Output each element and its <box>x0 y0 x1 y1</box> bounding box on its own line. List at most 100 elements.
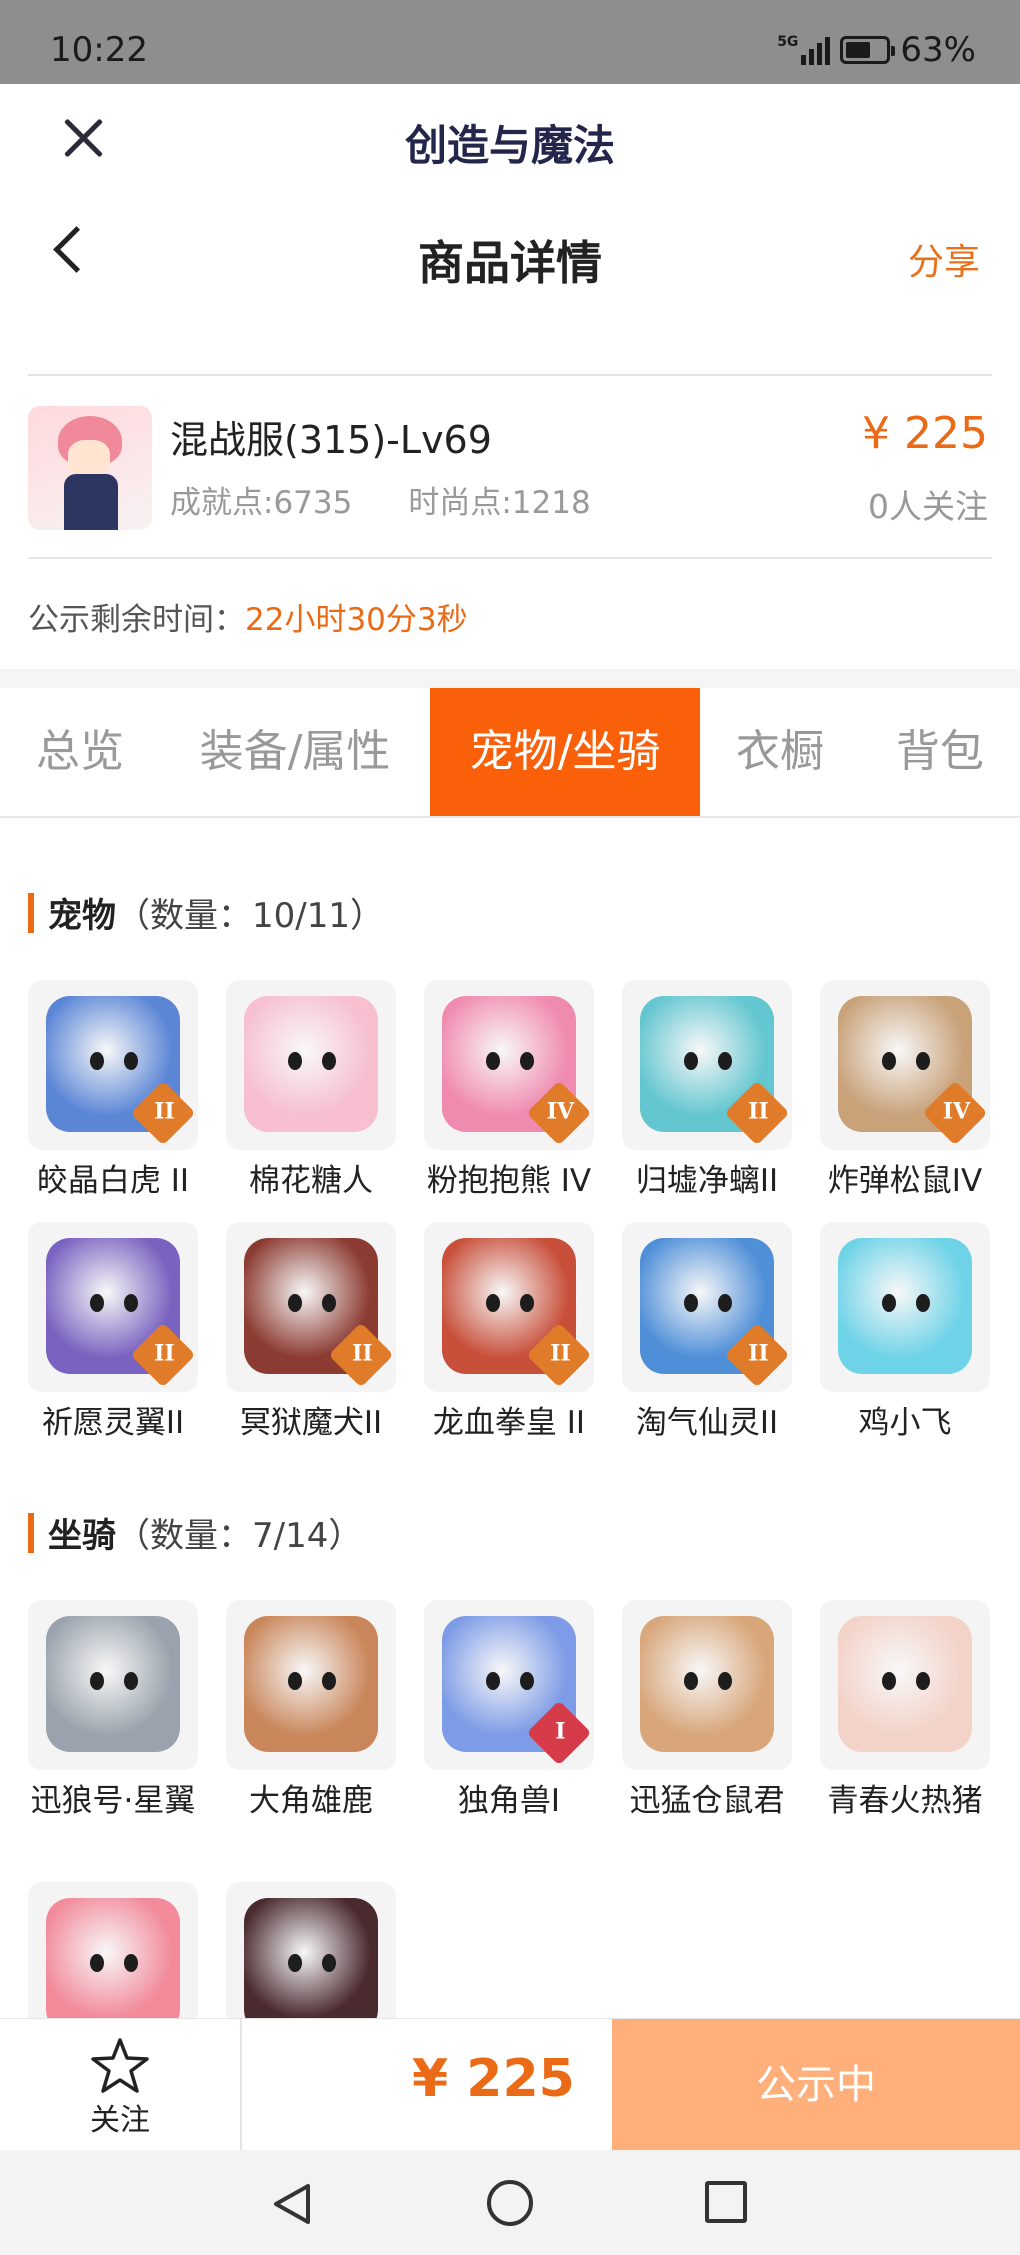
mount-art <box>838 1616 972 1752</box>
character-avatar <box>28 406 152 530</box>
signal-icon: 5G <box>777 34 831 65</box>
system-recents-icon[interactable] <box>705 2181 747 2223</box>
mount-item[interactable]: 迅狼号·星翼 <box>28 1600 198 1822</box>
mount-thumbnail: I <box>424 1600 594 1770</box>
mount-item[interactable] <box>226 1882 396 2018</box>
bottom-price: ¥ 225 <box>412 2049 575 2109</box>
tab-overview[interactable]: 总览 <box>0 688 160 816</box>
mount-name: 青春火热猪 <box>827 1783 983 1819</box>
page-title: 商品详情 <box>418 236 602 290</box>
pet-name: 祈愿灵翼II <box>41 1405 185 1441</box>
mount-thumbnail <box>820 1600 990 1770</box>
mount-art <box>640 1616 774 1752</box>
tab-backpack[interactable]: 背包 <box>860 688 1020 816</box>
previous-row-right: ▬▬ <box>935 314 992 319</box>
publicity-timer: 公示剩余时间：22小时30分3秒 <box>28 594 468 639</box>
scrolled-previous-row: ▬▬▬▬ ▬▬ <box>28 314 992 344</box>
pet-item[interactable]: IV 粉抱抱熊 IV <box>424 980 594 1202</box>
product-card: ▬▬▬▬ ▬▬ 混战服(315)-Lv69 成就点:6735 时尚点:1218 … <box>0 314 1020 669</box>
pet-thumbnail <box>820 1222 990 1392</box>
pet-art <box>244 996 378 1132</box>
mounts-title: 坐骑 <box>48 1516 116 1556</box>
pet-thumbnail: II <box>622 980 792 1150</box>
mount-name: 迅猛仓鼠君 <box>629 1783 785 1819</box>
mount-thumbnail <box>226 1882 396 2018</box>
star-icon <box>91 2038 149 2093</box>
pet-thumbnail: II <box>28 1222 198 1392</box>
pet-thumbnail: II <box>28 980 198 1150</box>
pets-title: 宠物 <box>48 896 116 936</box>
follow-button[interactable]: 关注 <box>0 2019 242 2151</box>
character-stats: 成就点:6735 时尚点:1218 <box>170 477 591 522</box>
mount-name: 大角雄鹿 <box>249 1783 373 1819</box>
timer-value: 22小时30分3秒 <box>245 602 468 638</box>
status-time: 10:22 <box>50 30 148 70</box>
timer-label: 公示剩余时间： <box>28 602 245 638</box>
battery-icon <box>840 36 896 64</box>
pet-item[interactable]: II 龙血拳皇 II <box>424 1222 594 1444</box>
pet-item[interactable]: II 淘气仙灵II <box>622 1222 792 1444</box>
pets-mounts-panel: 宠物 （数量：10/11） II 皎晶白虎 II 棉花糖人 IV 粉抱抱熊 IV II 归墟净… <box>0 818 1020 2018</box>
system-back-icon[interactable] <box>268 2180 316 2228</box>
divider <box>28 557 992 559</box>
mount-item[interactable]: 迅猛仓鼠君 <box>622 1600 792 1822</box>
pet-name: 淘气仙灵II <box>635 1405 779 1441</box>
pet-art <box>838 1238 972 1374</box>
pet-thumbnail: IV <box>424 980 594 1150</box>
battery-percent: 63% <box>900 30 976 70</box>
mount-item[interactable] <box>28 1882 198 2018</box>
app-title-bar: 创造与魔法 <box>0 84 1020 189</box>
pet-item[interactable]: 棉花糖人 <box>226 980 396 1202</box>
mount-art <box>46 1616 180 1752</box>
pet-name: 皎晶白虎 II <box>36 1163 190 1199</box>
pet-thumbnail <box>226 980 396 1150</box>
pet-item[interactable]: IV 炸弹松鼠IV <box>820 980 990 1202</box>
mount-thumbnail <box>226 1600 396 1770</box>
network-type: 5G <box>777 34 799 50</box>
detail-tabs: 总览 装备/属性 宠物/坐骑 衣橱 背包 <box>0 688 1020 818</box>
pet-thumbnail: II <box>424 1222 594 1392</box>
status-right: 5G 63% <box>777 30 976 70</box>
pet-name: 冥狱魔犬II <box>239 1405 383 1441</box>
pet-item[interactable]: II 归墟净螭II <box>622 980 792 1202</box>
mount-art <box>244 1898 378 2018</box>
mount-item[interactable]: 青春火热猪 <box>820 1600 990 1822</box>
pet-thumbnail: II <box>622 1222 792 1392</box>
nav-bar: 商品详情 分享 <box>0 189 1020 314</box>
follow-label: 关注 <box>90 2103 150 2138</box>
pet-name: 粉抱抱熊 IV <box>426 1163 592 1199</box>
achievement-points: 成就点:6735 <box>170 485 353 521</box>
mount-item[interactable]: I 独角兽I <box>424 1600 594 1822</box>
system-home-icon[interactable] <box>487 2180 533 2226</box>
pet-item[interactable]: II 冥狱魔犬II <box>226 1222 396 1444</box>
pet-thumbnail: II <box>226 1222 396 1392</box>
tab-equipment[interactable]: 装备/属性 <box>160 688 430 816</box>
pet-item[interactable]: II 祈愿灵翼II <box>28 1222 198 1444</box>
pet-item[interactable]: 鸡小飞 <box>820 1222 990 1444</box>
share-button[interactable]: 分享 <box>908 233 980 285</box>
pets-section-title: 宠物 （数量：10/11） <box>28 888 384 937</box>
mount-name: 迅狼号·星翼 <box>30 1783 196 1819</box>
mount-thumbnail <box>622 1600 792 1770</box>
bottom-action-bar: 关注 ¥ 225 公示中 <box>0 2018 1020 2151</box>
previous-row-left: ▬▬▬▬ <box>28 314 141 319</box>
product-price: ¥ 225 <box>862 408 988 459</box>
mount-item[interactable]: 大角雄鹿 <box>226 1600 396 1822</box>
mount-thumbnail <box>28 1600 198 1770</box>
app-title: 创造与魔法 <box>404 121 615 170</box>
system-navigation-bar <box>0 2150 1020 2255</box>
pet-name: 棉花糖人 <box>249 1163 373 1199</box>
mount-thumbnail <box>28 1882 198 2018</box>
pet-thumbnail: IV <box>820 980 990 1150</box>
publicity-status-button[interactable]: 公示中 <box>612 2019 1020 2151</box>
tab-pets-mounts[interactable]: 宠物/坐骑 <box>430 688 700 816</box>
tab-wardrobe[interactable]: 衣橱 <box>700 688 860 816</box>
mount-art <box>46 1898 180 2018</box>
pet-name: 炸弹松鼠IV <box>827 1163 983 1199</box>
pet-item[interactable]: II 皎晶白虎 II <box>28 980 198 1202</box>
pets-count: （数量：10/11） <box>116 896 384 936</box>
character-name: 混战服(315)-Lv69 <box>170 418 492 462</box>
mount-name: 独角兽I <box>457 1783 561 1819</box>
status-bar: 10:22 5G 63% <box>0 0 1020 84</box>
follower-count: 0人关注 <box>868 487 988 526</box>
